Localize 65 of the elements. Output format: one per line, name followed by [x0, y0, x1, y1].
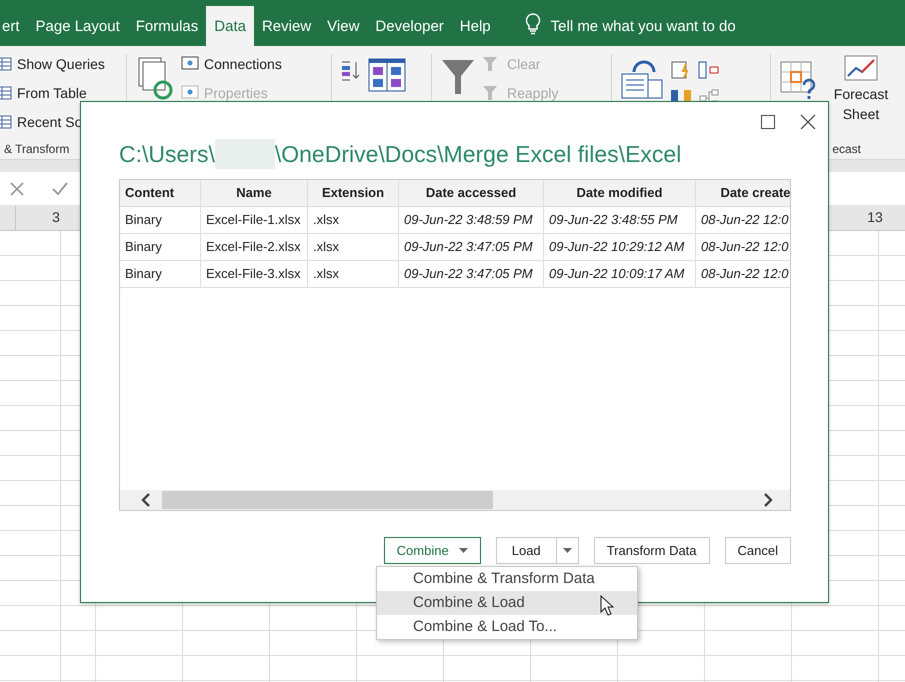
table-cell: Binary — [120, 234, 201, 260]
table-cell: Excel-File-3.xlsx — [201, 261, 308, 287]
forecast-sheet-button[interactable]: Forecast Sheet — [829, 52, 893, 124]
maximize-icon[interactable] — [760, 114, 776, 130]
table-cell: Excel-File-1.xlsx — [201, 207, 308, 233]
table-cell: 09-Jun-22 10:09:17 AM — [544, 261, 696, 287]
group-label: & Transform — [4, 142, 70, 156]
data-validation-icon[interactable] — [698, 60, 720, 80]
lightbulb-icon — [524, 13, 541, 35]
table-cell: 09-Jun-22 3:48:59 PM — [399, 207, 544, 233]
horizontal-scrollbar[interactable] — [120, 490, 790, 510]
ribbon-tab[interactable]: View — [319, 6, 368, 46]
table-cell: 09-Jun-22 10:29:12 AM — [544, 234, 696, 260]
column-header[interactable]: 13 — [845, 205, 905, 230]
ribbon-command[interactable]: From Table — [0, 81, 105, 104]
column-header: Date create — [696, 180, 790, 206]
path-title: \OneDrive\Docs\Merge Excel files\Excel — [274, 140, 682, 168]
table-cell: .xlsx — [308, 261, 399, 287]
scroll-right-icon[interactable] — [762, 493, 774, 507]
table-cell: 09-Jun-22 3:48:55 PM — [544, 207, 696, 233]
ribbon-tab[interactable]: Developer — [367, 6, 452, 46]
ribbon-tab[interactable]: Formulas — [128, 6, 206, 46]
cancel-icon[interactable] — [10, 182, 24, 196]
menu-item[interactable]: Combine & Load — [377, 591, 637, 615]
caret-icon[interactable] — [562, 548, 572, 553]
ribbon-tab[interactable]: ert — [0, 6, 28, 46]
text-to-columns-icon[interactable] — [620, 60, 664, 100]
table-cell: Binary — [120, 207, 201, 233]
ribbon-tab[interactable]: Review — [254, 6, 320, 46]
table-cell: 09-Jun-22 3:47:05 PM — [399, 234, 544, 260]
column-header: Date accessed — [399, 180, 544, 206]
table-cell: 08-Jun-22 12:0 — [696, 261, 790, 287]
table-cell: Excel-File-2.xlsx — [201, 234, 308, 260]
caret-icon — [458, 548, 468, 553]
connections-icon — [181, 84, 199, 100]
ribbon-tab[interactable]: Data — [206, 6, 254, 46]
menu-item[interactable]: Combine & Load To... — [377, 615, 637, 639]
column-header: Content — [120, 180, 201, 206]
dialog-button[interactable]: Cancel — [724, 537, 791, 564]
dialog-button[interactable]: Transform Data — [594, 537, 710, 564]
close-icon[interactable] — [800, 114, 816, 130]
table-cell: 08-Jun-22 12:0 — [696, 234, 790, 260]
connections-icon — [181, 56, 199, 72]
ribbon-command[interactable]: Show Queries — [0, 52, 105, 75]
group-label: ecast — [832, 142, 861, 156]
ribbon-tab[interactable]: Page Layout — [28, 6, 128, 46]
table-cell: Binary — [120, 261, 201, 287]
ribbon-command[interactable]: Connections — [181, 52, 282, 75]
table-cell: 08-Jun-22 12:0 — [696, 207, 790, 233]
enter-icon[interactable] — [52, 182, 68, 196]
menu-item[interactable]: Combine & Transform Data — [377, 567, 637, 591]
scroll-left-icon[interactable] — [140, 493, 152, 507]
ribbon-tab[interactable]: Help — [452, 6, 499, 46]
load-split-button[interactable]: Load — [496, 537, 579, 564]
table-cell: .xlsx — [308, 234, 399, 260]
table-cell: 09-Jun-22 3:47:05 PM — [399, 261, 544, 287]
mouse-cursor-icon — [600, 595, 614, 617]
table-cell: .xlsx — [308, 207, 399, 233]
combine-button[interactable]: Combine — [384, 537, 481, 564]
sort-dialog-icon[interactable] — [368, 58, 406, 92]
column-header: Name — [201, 180, 308, 206]
column-header: Date modified — [544, 180, 696, 206]
tell-me-search[interactable]: Tell me what you want to do — [550, 18, 736, 34]
path-title: C:\Users\ — [119, 140, 215, 168]
column-header: Extension — [308, 180, 399, 206]
